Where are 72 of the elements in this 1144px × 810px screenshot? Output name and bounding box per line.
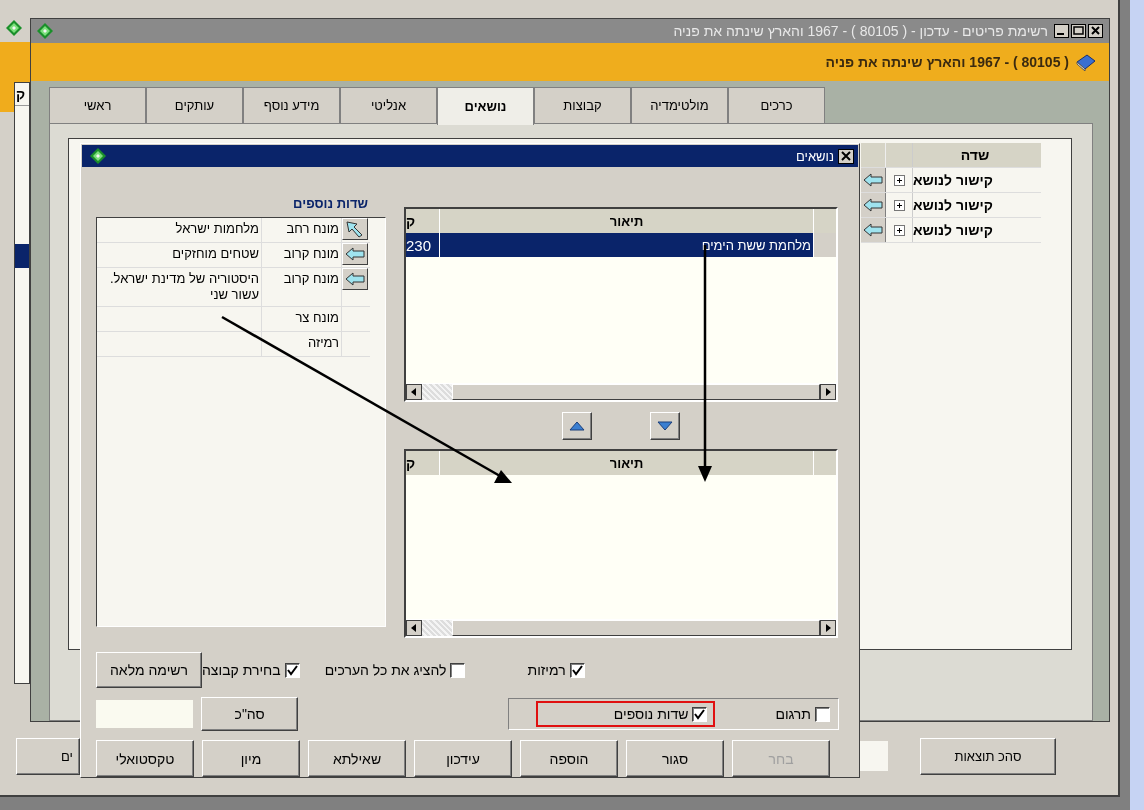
checkbox[interactable] — [569, 662, 585, 678]
diamond-icon — [6, 20, 22, 36]
column-header: שדה — [959, 146, 991, 165]
plus-box-icon — [893, 224, 905, 236]
column-header: ק — [15, 83, 29, 106]
tab[interactable]: מולטימדיה — [631, 87, 728, 123]
checkbox-label: תרגום — [775, 706, 811, 722]
text-field[interactable] — [860, 741, 888, 771]
checkbox[interactable] — [692, 706, 708, 722]
left-arrow-icon — [345, 272, 365, 286]
maximize-icon — [1071, 24, 1086, 38]
dialog-title: נושאים — [794, 148, 834, 164]
selected-row — [15, 244, 29, 268]
scroll-thumb[interactable] — [452, 384, 820, 401]
plus-box-icon — [893, 174, 905, 186]
left-arrow-icon — [863, 173, 883, 187]
tab[interactable]: מידע נוסף — [243, 87, 340, 123]
left-arrow-icon — [345, 247, 365, 261]
checkbox-label: להציג את כל הערכים — [324, 662, 447, 678]
window-title: רשימת פריטים - עדכון - ( 80105 ) - 1967 והארץ שינתה את פניה — [672, 23, 1048, 39]
scroll-thumb[interactable] — [452, 620, 820, 636]
tab[interactable]: נושאים — [437, 87, 534, 125]
move-up-button[interactable] — [562, 411, 592, 440]
tab[interactable]: ראשי — [49, 87, 146, 123]
diamond-icon — [37, 23, 53, 39]
tab[interactable]: עותקים — [146, 87, 243, 123]
plus-box-icon — [893, 199, 905, 211]
checkbox[interactable] — [450, 662, 466, 678]
move-down-button[interactable] — [650, 411, 680, 440]
record-title: ( 80105 ) - 1967 והארץ שינתה את פניה — [825, 54, 1069, 70]
checkbox-label: רמיזות — [527, 662, 566, 678]
action-button[interactable]: מיון — [202, 740, 300, 777]
down-triangle-icon — [657, 418, 673, 433]
table-cell: שטחים מוחזקים — [97, 243, 262, 267]
close-icon — [838, 148, 854, 164]
checkbox-label: בחירת קבוצה — [202, 662, 281, 678]
checkbox-label: שדות נוספים — [613, 706, 689, 722]
table-cell: רמיזה — [262, 332, 342, 356]
close-icon — [1088, 24, 1103, 38]
table-cell: מלחמות ישראל — [97, 218, 262, 242]
checkmark-icon — [571, 664, 583, 676]
diamond-icon — [90, 148, 106, 164]
table-cell-text: קישור לנושא — [913, 221, 994, 240]
minimize-icon — [1054, 24, 1069, 38]
tab[interactable]: אנליטי — [340, 87, 437, 123]
full-list-button[interactable]: רשימה מלאה — [96, 652, 202, 688]
total-field[interactable] — [96, 700, 194, 728]
pointer-arrow-icon — [345, 220, 365, 238]
action-button[interactable]: שאילתא — [308, 740, 406, 777]
table-cell-text: קישור לנושא — [913, 171, 994, 190]
table-cell: מונח צר — [262, 307, 342, 331]
action-button[interactable]: הוספה — [520, 740, 618, 777]
action-button[interactable]: סגור — [626, 740, 724, 777]
back-button[interactable]: סהכ תוצאות — [920, 738, 1056, 775]
table-cell: היסטוריה של מדינת ישראל. עשור שני — [97, 268, 262, 306]
checkmark-icon — [694, 708, 706, 720]
checkbox[interactable] — [284, 662, 300, 678]
action-button[interactable]: טקסטואלי — [96, 740, 194, 777]
section-title: שדות נוספים — [292, 195, 369, 213]
book-icon — [1075, 53, 1097, 71]
column-header: ק — [406, 451, 440, 476]
checkbox[interactable] — [815, 706, 830, 722]
table-cell: 230 — [406, 233, 440, 257]
tab[interactable]: כרכים — [728, 87, 825, 123]
checkmark-icon — [286, 664, 298, 676]
action-button[interactable]: עידכון — [414, 740, 512, 777]
tab[interactable]: קבוצות — [534, 87, 631, 123]
left-arrow-icon — [863, 198, 883, 212]
total-button[interactable]: סה"כ — [201, 697, 298, 731]
back-button[interactable]: ים — [16, 738, 80, 775]
table-cell-text: קישור לנושא — [913, 196, 994, 215]
left-arrow-icon — [863, 223, 883, 237]
